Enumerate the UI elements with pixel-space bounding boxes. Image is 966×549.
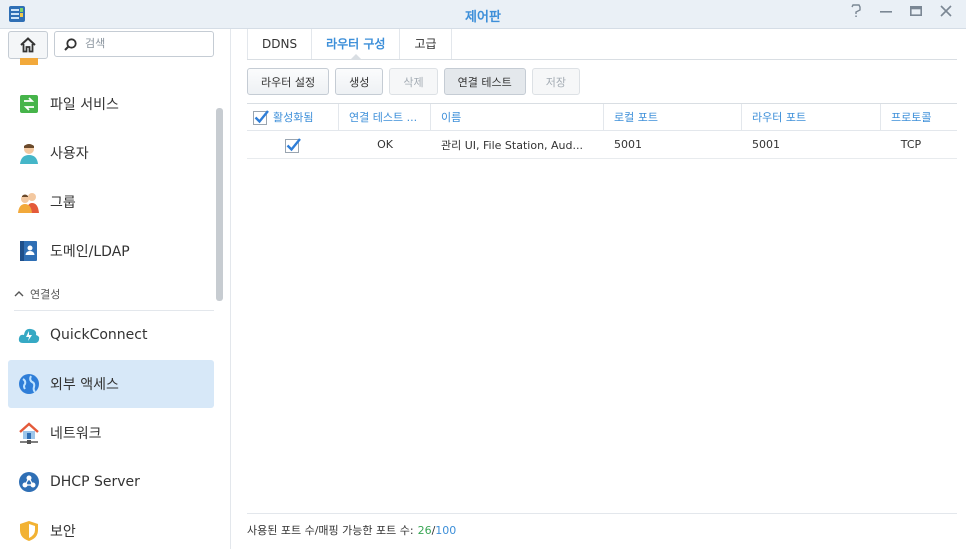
active-tab-caret xyxy=(349,54,362,60)
sidebar-item-label: 파일 서비스 xyxy=(50,97,119,113)
user-icon xyxy=(18,142,40,164)
connection-test-button[interactable]: 연결 테스트 xyxy=(443,68,526,95)
router-setup-button[interactable]: 라우터 설정 xyxy=(247,68,330,95)
cell-local-port: 5001 xyxy=(614,138,642,151)
column-header-label: 활성화됨 xyxy=(273,111,314,124)
main-panel: DDNS 라우터 구성 고급 라우터 설정 생성 삭제 연결 테스트 저장 활성… xyxy=(231,29,966,549)
cell-protocol: TCP xyxy=(900,138,922,151)
port-count-label: 사용된 포트 수/매핑 가능한 포트 수: xyxy=(247,524,414,537)
column-local-port[interactable]: 로컬 포트 xyxy=(604,104,742,130)
window-title: 제어판 xyxy=(465,10,501,25)
column-connection-test[interactable]: 연결 테스트 ... xyxy=(339,104,431,130)
tab-label: 라우터 구성 xyxy=(326,37,386,51)
column-protocol[interactable]: 프로토콜 xyxy=(881,104,941,130)
sidebar-item-security[interactable]: 보안 xyxy=(8,507,214,549)
cell-enabled[interactable] xyxy=(247,131,339,158)
cell-name: 관리 UI, File Station, Aud... xyxy=(441,138,583,152)
minimize-icon[interactable] xyxy=(878,4,894,22)
file-services-icon xyxy=(18,93,40,115)
tab-ddns[interactable]: DDNS xyxy=(247,29,313,59)
column-enabled[interactable]: 활성화됨 xyxy=(247,104,339,130)
section-connectivity[interactable]: 연결성 xyxy=(14,284,214,311)
group-icon xyxy=(18,191,40,213)
table-header: 활성화됨 연결 테스트 ... 이름 로컬 포트 라우터 포트 프로토콜 xyxy=(247,103,957,131)
sidebar-item-dhcp-server[interactable]: DHCP Server xyxy=(8,458,214,506)
port-forwarding-table: 활성화됨 연결 테스트 ... 이름 로컬 포트 라우터 포트 프로토콜 OK … xyxy=(247,103,957,159)
sidebar-item-quickconnect[interactable]: QuickConnect xyxy=(8,311,214,359)
column-router-port[interactable]: 라우터 포트 xyxy=(742,104,881,130)
cell-test: OK xyxy=(377,138,393,151)
chevron-up-icon xyxy=(14,291,24,297)
sidebar-item-domain-ldap[interactable]: 도메인/LDAP xyxy=(8,227,214,275)
total-port-count: 100 xyxy=(435,523,457,537)
sidebar-item-partial[interactable] xyxy=(8,50,214,66)
section-label: 연결성 xyxy=(30,288,61,301)
sidebar-item-label: 네트워크 xyxy=(50,426,102,442)
close-icon[interactable] xyxy=(938,4,954,22)
sidebar-item-label: QuickConnect xyxy=(50,327,148,343)
tab-bar: DDNS 라우터 구성 고급 xyxy=(247,29,957,60)
sidebar-item-file-services[interactable]: 파일 서비스 xyxy=(8,80,214,128)
tab-router-config[interactable]: 라우터 구성 xyxy=(312,29,401,60)
search-input[interactable] xyxy=(83,36,207,51)
delete-button[interactable]: 삭제 xyxy=(389,68,438,95)
quickconnect-icon xyxy=(18,324,40,346)
maximize-icon[interactable] xyxy=(908,4,924,22)
sidebar-scrollbar[interactable] xyxy=(216,108,223,301)
shield-icon xyxy=(18,520,40,542)
status-bar: 사용된 포트 수/매핑 가능한 포트 수: 26/100 xyxy=(247,513,957,546)
dhcp-server-icon xyxy=(18,471,40,493)
help-icon[interactable] xyxy=(848,4,864,22)
window-titlebar: 제어판 xyxy=(0,0,966,29)
sidebar-item-label: 그룹 xyxy=(50,195,76,211)
table-row[interactable]: OK 관리 UI, File Station, Aud... 5001 5001… xyxy=(247,131,957,159)
domain-ldap-icon xyxy=(18,240,40,262)
sidebar-item-network[interactable]: 네트워크 xyxy=(8,409,214,457)
row-checkbox-icon[interactable] xyxy=(285,137,301,153)
sidebar-item-label: 사용자 xyxy=(50,146,89,162)
column-name[interactable]: 이름 xyxy=(431,104,604,130)
save-button[interactable]: 저장 xyxy=(531,68,580,95)
sidebar-item-external-access[interactable]: 외부 액세스 xyxy=(8,360,214,408)
sidebar-item-user[interactable]: 사용자 xyxy=(8,129,214,177)
sidebar: 파일 서비스 사용자 그룹 도메인/LDAP 연결성 QuickConnect … xyxy=(0,29,231,549)
sidebar-item-label: 보안 xyxy=(50,524,76,540)
sidebar-item-label: 외부 액세스 xyxy=(50,377,119,393)
select-all-checkbox-icon[interactable] xyxy=(253,109,269,125)
sidebar-item-label: 도메인/LDAP xyxy=(50,244,130,260)
toolbar: 라우터 설정 생성 삭제 연결 테스트 저장 xyxy=(247,68,580,95)
cell-router-port: 5001 xyxy=(752,138,780,151)
create-button[interactable]: 생성 xyxy=(335,68,384,95)
external-access-icon xyxy=(18,373,40,395)
sidebar-item-label: DHCP Server xyxy=(50,474,140,490)
network-icon xyxy=(18,422,40,444)
tab-advanced[interactable]: 고급 xyxy=(400,29,452,59)
sidebar-item-group[interactable]: 그룹 xyxy=(8,178,214,226)
used-port-count: 26 xyxy=(417,523,432,537)
